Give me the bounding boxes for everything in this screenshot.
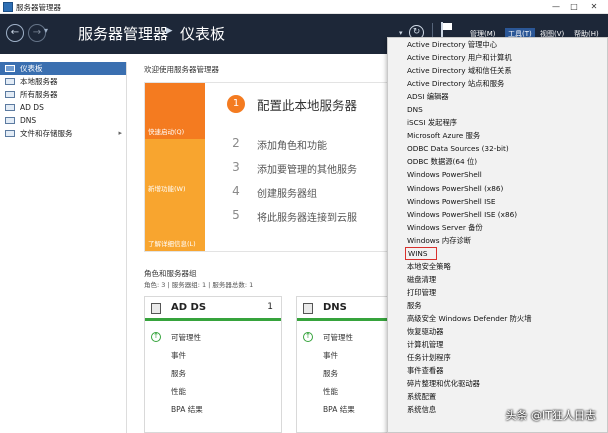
- tools-dropdown-menu: Active Directory 管理中心 Active Directory 用户…: [387, 37, 608, 433]
- tools-menu-item[interactable]: iSCSI 发起程序: [388, 116, 607, 129]
- dns-icon: [303, 303, 313, 314]
- sidebar: 仪表板 本地服务器 所有服务器 AD DS DNS 文件和存储服务 ▸: [0, 62, 127, 433]
- step-text: 将此服务器连接到云服: [257, 213, 357, 224]
- card-row-bpa[interactable]: BPA 结果: [323, 404, 355, 415]
- step-number: 3: [232, 160, 240, 174]
- step-number: 4: [232, 184, 240, 198]
- sidebar-item-dns[interactable]: DNS: [0, 114, 126, 127]
- step-number: 5: [232, 208, 240, 222]
- check-icon: ↑: [151, 332, 161, 342]
- tools-menu-item[interactable]: Microsoft Azure 服务: [388, 129, 607, 142]
- step-text: 配置此本地服务器: [257, 98, 358, 113]
- tools-menu-item[interactable]: WINS: [388, 246, 607, 260]
- back-icon[interactable]: ←: [6, 24, 24, 42]
- tile-quick-start[interactable]: 快速启动(Q): [145, 83, 205, 139]
- refresh-dropdown-icon[interactable]: ▾: [399, 29, 403, 37]
- tools-menu-item[interactable]: ODBC Data Sources (32-bit): [388, 142, 607, 155]
- card-row-events[interactable]: 事件: [323, 350, 338, 361]
- sidebar-item-dashboard[interactable]: 仪表板: [0, 62, 126, 75]
- tools-menu-item[interactable]: Active Directory 用户和计算机: [388, 51, 607, 64]
- card-title: DNS: [323, 302, 347, 313]
- sidebar-item-local-server[interactable]: 本地服务器: [0, 75, 126, 88]
- welcome-title: 欢迎使用服务器管理器: [144, 65, 219, 74]
- tools-menu-item[interactable]: Active Directory 站点和服务: [388, 77, 607, 90]
- tools-menu-item[interactable]: Windows PowerShell ISE (x86): [388, 208, 607, 221]
- tools-menu-item[interactable]: 本地安全策略: [388, 260, 607, 273]
- watermark: 头条 @IT狂人日志: [505, 409, 596, 422]
- tools-menu-item[interactable]: Active Directory 管理中心: [388, 38, 607, 51]
- tools-menu-item[interactable]: 系统配置: [388, 390, 607, 403]
- tile-learn-more[interactable]: 了解详细信息(L): [145, 196, 205, 251]
- welcome-tile: 快速启动(Q) 新增功能(W) 了解详细信息(L) 1 配置此本地服务器 2 添…: [144, 82, 388, 252]
- card-header: DNS: [297, 297, 395, 321]
- dashboard-icon: [5, 65, 15, 72]
- tools-menu-item[interactable]: ODBC 数据源(64 位): [388, 155, 607, 168]
- minimize-button[interactable]: —: [548, 1, 564, 12]
- card-row-bpa[interactable]: BPA 结果: [171, 404, 203, 415]
- tools-menu-item[interactable]: DNS: [388, 103, 607, 116]
- role-card-dns[interactable]: DNS ↑ 可管理性 事件 服务 性能 BPA 结果: [296, 296, 396, 433]
- step-text: 添加角色和功能: [257, 141, 327, 152]
- step-text: 创建服务器组: [257, 189, 317, 200]
- tools-menu-item[interactable]: Windows 内存诊断: [388, 234, 607, 247]
- tools-menu-item[interactable]: 任务计划程序: [388, 351, 607, 364]
- card-title: AD DS: [171, 302, 207, 313]
- card-row-manageability[interactable]: 可管理性: [323, 332, 353, 343]
- tools-menu-item[interactable]: 打印管理: [388, 286, 607, 299]
- app-icon: [3, 2, 13, 12]
- tools-menu-item[interactable]: 服务: [388, 299, 607, 312]
- card-row-events[interactable]: 事件: [171, 350, 186, 361]
- maximize-button[interactable]: □: [566, 1, 582, 12]
- ad-ds-icon: [151, 303, 161, 314]
- tile-whats-new[interactable]: 新增功能(W): [145, 139, 205, 196]
- step-number: 1: [227, 95, 245, 113]
- ad-ds-icon: [5, 104, 15, 111]
- sidebar-item-ad-ds[interactable]: AD DS: [0, 101, 126, 114]
- roles-summary: 角色: 3 | 服务器组: 1 | 服务器总数: 1: [144, 281, 254, 289]
- close-button[interactable]: ✕: [586, 1, 602, 12]
- card-row-services[interactable]: 服务: [171, 368, 186, 379]
- tools-menu-item[interactable]: Active Directory 域和信任关系: [388, 64, 607, 77]
- window-title: 服务器管理器: [16, 3, 61, 12]
- tools-menu-item[interactable]: 计算机管理: [388, 338, 607, 351]
- tools-menu-item[interactable]: ADSI 编辑器: [388, 90, 607, 103]
- chevron-right-icon: ▸: [118, 129, 122, 137]
- card-row-services[interactable]: 服务: [323, 368, 338, 379]
- nav-history-dropdown-icon[interactable]: ▾: [44, 26, 48, 35]
- card-count: 1: [267, 302, 273, 312]
- sidebar-item-all-servers[interactable]: 所有服务器: [0, 88, 126, 101]
- server-icon: [5, 78, 15, 85]
- tools-menu-item[interactable]: Windows Server 备份: [388, 221, 607, 234]
- tools-menu-item[interactable]: Windows PowerShell (x86): [388, 182, 607, 195]
- step-text: 添加要管理的其他服务: [257, 165, 357, 176]
- tools-menu-item[interactable]: 事件查看器: [388, 364, 607, 377]
- step-number: 2: [232, 136, 240, 150]
- dns-icon: [5, 117, 15, 124]
- tools-menu-item[interactable]: Windows PowerShell: [388, 168, 607, 181]
- breadcrumb-separator: ▸: [166, 23, 173, 38]
- card-row-manageability[interactable]: 可管理性: [171, 332, 201, 343]
- role-card-ad-ds[interactable]: AD DS 1 ↑ 可管理性 事件 服务 性能 BPA 结果: [144, 296, 282, 433]
- card-header: AD DS 1: [145, 297, 281, 321]
- tools-menu-item[interactable]: Windows PowerShell ISE: [388, 195, 607, 208]
- title-bar: 服务器管理器 — □ ✕: [0, 0, 608, 14]
- card-row-performance[interactable]: 性能: [323, 386, 338, 397]
- roles-title: 角色和服务器组: [144, 269, 197, 278]
- servers-icon: [5, 91, 15, 98]
- storage-icon: [5, 130, 15, 137]
- breadcrumb-root[interactable]: 服务器管理器: [78, 23, 168, 44]
- tools-menu-item[interactable]: 高级安全 Windows Defender 防火墙: [388, 312, 607, 325]
- check-icon: ↑: [303, 332, 313, 342]
- card-row-performance[interactable]: 性能: [171, 386, 186, 397]
- page-title: 仪表板: [180, 25, 226, 43]
- tools-menu-item[interactable]: 磁盘清理: [388, 273, 607, 286]
- tools-menu-item[interactable]: 碎片整理和优化驱动器: [388, 377, 607, 390]
- tools-menu-item[interactable]: 恢复驱动器: [388, 325, 607, 338]
- sidebar-item-file-storage[interactable]: 文件和存储服务 ▸: [0, 127, 126, 140]
